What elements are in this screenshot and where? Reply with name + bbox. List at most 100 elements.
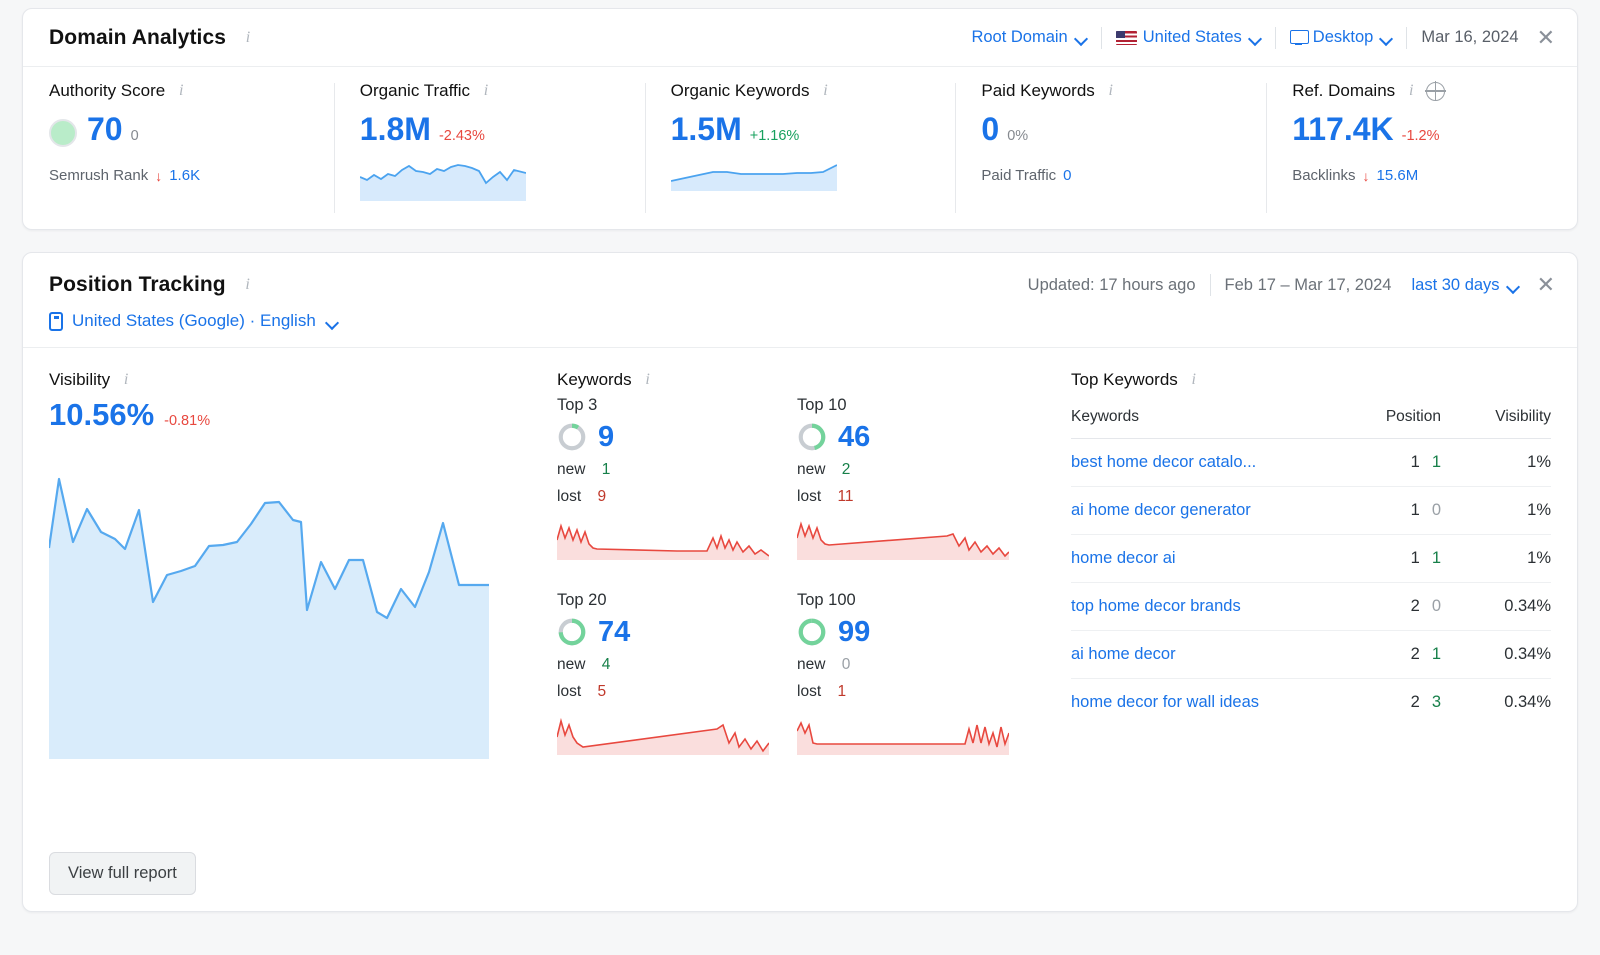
bucket-lost: lost 5: [557, 683, 607, 700]
info-icon[interactable]: i: [241, 276, 255, 294]
visibility-cell: 0.34%: [1441, 582, 1551, 631]
metric-delta: -1.2%: [1401, 128, 1440, 144]
donut-chart-icon: [798, 423, 826, 451]
table-header-row: Keywords Position Visibility: [1071, 402, 1551, 439]
metric-value: 70: [87, 111, 123, 147]
table-row: ai home decor generator 10 1%: [1071, 486, 1551, 535]
donut-chart-icon: [798, 618, 826, 646]
keyword-link[interactable]: ai home decor generator: [1071, 486, 1321, 535]
column-header-position[interactable]: Position: [1321, 402, 1441, 439]
scope-dropdown[interactable]: Root Domain: [971, 28, 1086, 47]
keyword-link[interactable]: best home decor catalo...: [1071, 438, 1321, 487]
metric-authority-score: Authority Score i 70 0 Semrush Rank ↓ 1.…: [23, 81, 334, 229]
divider: [1100, 26, 1102, 49]
bucket-lost: lost 1: [797, 683, 847, 700]
date-range-label: Feb 17 – Mar 17, 2024: [1224, 275, 1392, 294]
bucket-label: Top 3: [557, 396, 598, 414]
chevron-down-icon: [1250, 34, 1261, 41]
top-keywords-section: Top Keywords i Keywords Position Visibil…: [1059, 370, 1551, 835]
keyword-bucket-top20: Top 20 74 new 4 lost 5: [556, 591, 797, 760]
chevron-down-icon[interactable]: [327, 318, 338, 325]
column-header-keywords[interactable]: Keywords: [1071, 402, 1321, 439]
organic-keywords-sparkline: [670, 163, 932, 196]
bucket-value: 74: [598, 615, 631, 648]
info-icon[interactable]: i: [119, 371, 133, 389]
metric-value: 1.8M: [359, 111, 431, 147]
metrics-strip: Authority Score i 70 0 Semrush Rank ↓ 1.…: [23, 67, 1577, 229]
donut-chart-icon: [558, 423, 586, 451]
metric-ref-domains: Ref. Domains i 117.4K -1.2% Backlinks ↓ …: [1266, 80, 1577, 229]
table-row: best home decor catalo... 11 1%: [1071, 438, 1551, 487]
bucket-lost: lost 9: [557, 488, 607, 505]
keyword-link[interactable]: ai home decor: [1071, 630, 1321, 679]
keyword-link[interactable]: home decor for wall ideas: [1071, 679, 1321, 727]
period-dropdown[interactable]: last 30 days: [1412, 276, 1519, 295]
column-header-visibility[interactable]: Visibility: [1441, 402, 1551, 439]
device-dropdown[interactable]: Desktop: [1289, 28, 1393, 47]
country-label: United States: [1142, 28, 1242, 46]
scope-label: Root Domain: [971, 28, 1068, 46]
info-icon[interactable]: i: [241, 29, 255, 47]
position-cell: 11: [1321, 438, 1441, 487]
keyword-bucket-top10: Top 10 46 new 2 lost 11: [796, 396, 1037, 565]
domain-analytics-card: Domain Analytics i Root Domain United St…: [22, 8, 1578, 230]
top10-trend-sparkline: [796, 518, 1037, 565]
position-cell: 21: [1321, 630, 1441, 679]
country-dropdown[interactable]: United States: [1115, 28, 1261, 47]
visibility-cell: 1%: [1441, 486, 1551, 535]
metric-value: 0: [981, 111, 1000, 147]
info-icon[interactable]: i: [1104, 82, 1118, 100]
location-selector-label[interactable]: United States (Google) · English: [72, 311, 316, 331]
page-title: Domain Analytics i: [49, 26, 255, 50]
position-tracking-title-wrap: Position Tracking i: [49, 273, 255, 297]
down-arrow-icon: ↓: [1362, 167, 1370, 184]
domain-analytics-header: Domain Analytics i Root Domain United St…: [23, 9, 1577, 67]
visibility-section: Visibility i 10.56% -0.81%: [47, 370, 549, 835]
updated-label: Updated: 17 hours ago: [1027, 275, 1196, 294]
desktop-icon: [1289, 30, 1309, 45]
position-tracking-header: Position Tracking i Updated: 17 hours ag…: [23, 253, 1577, 348]
device-location-icon: [49, 311, 63, 331]
view-full-report-button[interactable]: View full report: [49, 851, 196, 895]
visibility-area-chart: [47, 452, 549, 764]
bucket-value: 46: [838, 420, 871, 453]
metric-label: Authority Score i: [49, 81, 310, 101]
metric-value: 117.4K: [1292, 111, 1394, 147]
close-icon[interactable]: ✕: [1537, 26, 1555, 49]
metric-paid-keywords: Paid Keywords i 0 0% Paid Traffic 0: [955, 81, 1266, 229]
chevron-down-icon: [1508, 282, 1519, 289]
metric-subline: Semrush Rank ↓ 1.6K: [49, 167, 201, 184]
position-tracking-body: Visibility i 10.56% -0.81% Keywords i To…: [23, 348, 1577, 835]
close-icon[interactable]: ✕: [1537, 274, 1555, 296]
info-icon[interactable]: i: [479, 82, 493, 100]
domain-analytics-title: Domain Analytics: [49, 25, 227, 49]
info-icon[interactable]: i: [1187, 371, 1201, 389]
bucket-lost: lost 11: [797, 488, 854, 505]
top-keywords-table: Keywords Position Visibility best home d…: [1071, 402, 1551, 726]
device-label: Desktop: [1312, 28, 1374, 46]
bucket-label: Top 100: [797, 591, 856, 609]
keywords-label: Keywords i: [557, 370, 1059, 390]
metric-subline: Backlinks ↓ 15.6M: [1292, 167, 1419, 184]
position-cell: 11: [1321, 534, 1441, 583]
chevron-down-icon: [1381, 34, 1392, 41]
table-row: ai home decor 21 0.34%: [1071, 630, 1551, 679]
top100-trend-sparkline: [796, 713, 1037, 760]
globe-icon[interactable]: [1425, 80, 1446, 102]
info-icon[interactable]: i: [641, 371, 655, 389]
info-icon[interactable]: i: [174, 82, 188, 100]
table-row: home decor ai 11 1%: [1071, 534, 1551, 583]
keyword-link[interactable]: home decor ai: [1071, 534, 1321, 583]
metric-delta: 0: [130, 128, 139, 144]
bucket-label: Top 20: [557, 591, 607, 609]
info-icon[interactable]: i: [1404, 82, 1418, 100]
divider: [1209, 274, 1211, 296]
position-cell: 23: [1410, 693, 1441, 711]
bucket-new: new 2: [797, 461, 851, 478]
table-row: top home decor brands 20 0.34%: [1071, 582, 1551, 631]
metric-label: Organic Traffic i: [360, 81, 621, 101]
period-label: last 30 days: [1411, 275, 1500, 294]
keyword-link[interactable]: top home decor brands: [1071, 582, 1321, 631]
visibility-value: 10.56%: [49, 397, 155, 432]
info-icon[interactable]: i: [818, 82, 832, 100]
